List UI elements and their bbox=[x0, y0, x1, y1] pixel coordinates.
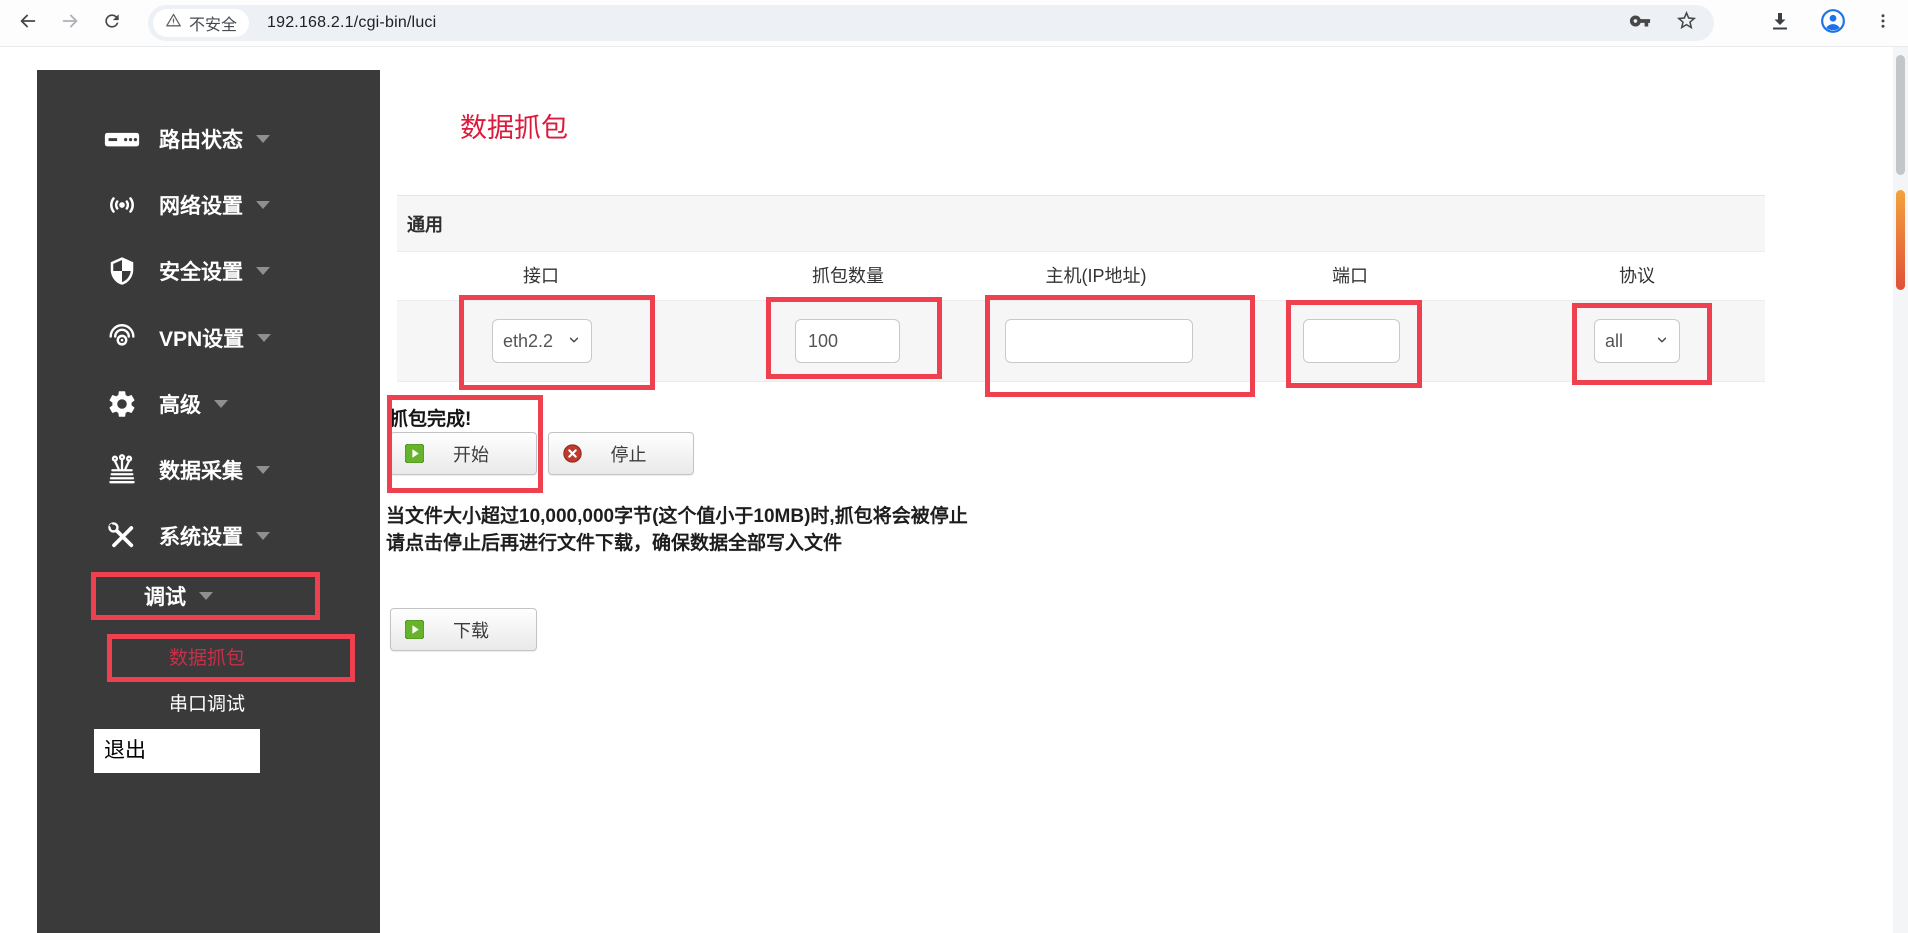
start-button[interactable]: 开始 bbox=[390, 432, 537, 475]
url-text: 192.168.2.1/cgi-bin/luci bbox=[267, 14, 436, 32]
caret-down-icon bbox=[256, 201, 270, 209]
caret-down-icon bbox=[256, 466, 270, 474]
column-header-host: 主机(IP地址) bbox=[1046, 252, 1147, 300]
caret-down-icon bbox=[256, 267, 270, 275]
table-header-row: 接口 抓包数量 主机(IP地址) 端口 协议 bbox=[397, 252, 1765, 300]
menu-dots-icon[interactable] bbox=[1874, 12, 1892, 35]
table-row: eth2.2 all bbox=[397, 300, 1765, 382]
sidebar-item-network-settings[interactable]: 网络设置 bbox=[99, 185, 270, 225]
router-icon bbox=[99, 128, 145, 150]
play-icon bbox=[405, 444, 424, 463]
browser-toolbar: 不安全 192.168.2.1/cgi-bin/luci bbox=[0, 0, 1908, 47]
chevron-down-icon bbox=[1655, 331, 1669, 352]
capture-notes: 当文件大小超过10,000,000字节(这个值小于10MB)时,抓包将会被停止 … bbox=[386, 503, 968, 557]
section-header: 通用 bbox=[397, 195, 1765, 252]
address-bar[interactable]: 不安全 192.168.2.1/cgi-bin/luci bbox=[148, 5, 1714, 41]
scrollbar-thumb[interactable] bbox=[1896, 55, 1905, 175]
vpn-icon bbox=[99, 321, 145, 355]
caret-down-icon bbox=[199, 592, 213, 600]
column-header-protocol: 协议 bbox=[1619, 252, 1655, 300]
start-button-label: 开始 bbox=[424, 441, 518, 467]
download-button[interactable]: 下载 bbox=[390, 608, 537, 651]
download-button-label: 下载 bbox=[424, 617, 518, 643]
scrollbar-marker bbox=[1896, 190, 1905, 290]
protocol-select[interactable]: all bbox=[1594, 319, 1680, 363]
note-line-2: 请点击停止后再进行文件下载，确保数据全部写入文件 bbox=[386, 530, 968, 557]
sidebar-item-system-settings[interactable]: 系统设置 bbox=[99, 516, 270, 556]
star-icon[interactable] bbox=[1675, 9, 1698, 37]
sidebar-item-advanced[interactable]: 高级 bbox=[99, 384, 228, 424]
reload-icon bbox=[102, 11, 122, 36]
sidebar-item-label: 系统设置 bbox=[159, 521, 243, 551]
sidebar-item-security-settings[interactable]: 安全设置 bbox=[99, 251, 270, 291]
sidebar-item-router-status[interactable]: 路由状态 bbox=[99, 119, 270, 159]
sidebar-item-label: 数据采集 bbox=[159, 455, 243, 485]
caret-down-icon bbox=[256, 135, 270, 143]
reload-button[interactable] bbox=[94, 5, 130, 41]
collector-icon bbox=[99, 453, 145, 487]
sidebar-subitem-packet-capture[interactable]: 数据抓包 bbox=[97, 642, 317, 676]
back-button[interactable] bbox=[10, 5, 46, 41]
column-header-interface: 接口 bbox=[523, 252, 559, 300]
warning-icon bbox=[165, 12, 182, 34]
gear-icon bbox=[99, 388, 145, 420]
sidebar-item-debug[interactable]: 调试 bbox=[144, 576, 213, 616]
security-label: 不安全 bbox=[189, 11, 237, 35]
sidebar-item-vpn-settings[interactable]: VPN设置 bbox=[99, 318, 271, 358]
tools-icon bbox=[99, 520, 145, 552]
sidebar: 路由状态 网络设置 安全设置 VPN设置 bbox=[37, 70, 380, 933]
profile-icon[interactable] bbox=[1820, 8, 1846, 39]
caret-down-icon bbox=[214, 400, 228, 408]
column-header-count: 抓包数量 bbox=[812, 252, 884, 300]
screen: 不安全 192.168.2.1/cgi-bin/luci bbox=[0, 0, 1908, 933]
stop-x-icon bbox=[563, 444, 582, 463]
port-input[interactable] bbox=[1303, 319, 1400, 363]
chevron-down-icon bbox=[567, 331, 581, 352]
sidebar-item-label: 高级 bbox=[159, 389, 201, 419]
stop-button[interactable]: 停止 bbox=[548, 432, 694, 475]
caret-down-icon bbox=[257, 334, 271, 342]
sidebar-item-data-collection[interactable]: 数据采集 bbox=[99, 450, 270, 490]
signal-icon bbox=[99, 188, 145, 222]
protocol-select-value: all bbox=[1605, 331, 1623, 352]
sidebar-item-label: VPN设置 bbox=[159, 323, 244, 353]
general-section: 通用 接口 抓包数量 主机(IP地址) 端口 协议 eth2.2 all bbox=[397, 195, 1765, 382]
logout-button[interactable]: 退出 bbox=[94, 729, 260, 773]
play-icon bbox=[405, 620, 424, 639]
sidebar-item-label: 安全设置 bbox=[159, 256, 243, 286]
shield-icon bbox=[99, 254, 145, 288]
count-input[interactable] bbox=[795, 319, 900, 363]
download-icon[interactable] bbox=[1768, 9, 1792, 38]
interface-select-value: eth2.2 bbox=[503, 331, 553, 352]
forward-button[interactable] bbox=[52, 5, 88, 41]
key-icon[interactable] bbox=[1629, 10, 1651, 37]
page-title: 数据抓包 bbox=[460, 106, 568, 145]
capture-status-text: 抓包完成! bbox=[389, 404, 471, 431]
caret-down-icon bbox=[256, 532, 270, 540]
column-header-port: 端口 bbox=[1332, 252, 1368, 300]
stop-button-label: 停止 bbox=[582, 441, 675, 467]
sidebar-item-label: 网络设置 bbox=[159, 190, 243, 220]
sidebar-item-label: 调试 bbox=[144, 581, 186, 611]
note-line-1: 当文件大小超过10,000,000字节(这个值小于10MB)时,抓包将会被停止 bbox=[386, 503, 968, 530]
scrollbar-track[interactable] bbox=[1893, 47, 1908, 933]
interface-select[interactable]: eth2.2 bbox=[492, 319, 592, 363]
sidebar-item-label: 路由状态 bbox=[159, 124, 243, 154]
forward-icon bbox=[59, 10, 81, 37]
sidebar-subitem-serial-debug[interactable]: 串口调试 bbox=[97, 688, 317, 722]
host-input[interactable] bbox=[1005, 319, 1193, 363]
security-chip[interactable]: 不安全 bbox=[153, 9, 249, 37]
back-icon bbox=[17, 10, 39, 37]
